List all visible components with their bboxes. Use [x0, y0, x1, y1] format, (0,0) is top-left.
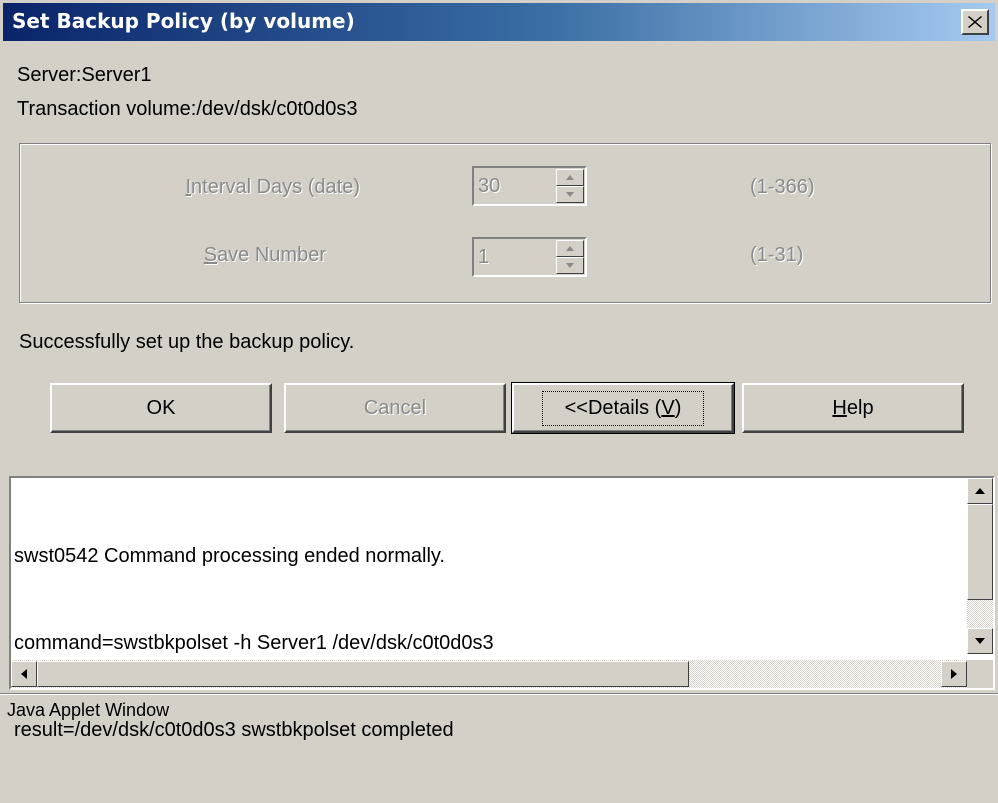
help-label-mnemonic: H: [832, 396, 847, 419]
title-bar[interactable]: Set Backup Policy (by volume): [3, 3, 995, 41]
horizontal-scrollbar[interactable]: [11, 660, 967, 688]
server-info: Server:Server1: [17, 64, 152, 86]
arrow-down-icon: [566, 192, 574, 197]
save-number-down-button[interactable]: [556, 257, 584, 274]
save-number-spinner[interactable]: 1: [472, 237, 587, 277]
transaction-volume-info: Transaction volume:/dev/dsk/c0t0d0s3: [17, 98, 358, 120]
interval-days-spin-buttons: [556, 169, 584, 203]
save-number-spin-buttons: [556, 240, 584, 274]
window-title: Set Backup Policy (by volume): [12, 9, 355, 33]
close-icon: [968, 16, 982, 28]
interval-days-range: (1-366): [750, 176, 815, 198]
help-label-rest: elp: [846, 396, 874, 419]
scroll-right-button[interactable]: [941, 661, 967, 687]
help-button[interactable]: Help: [742, 383, 964, 433]
interval-days-label: Interval Days (date): [20, 176, 360, 199]
scroll-up-button[interactable]: [967, 478, 993, 504]
ok-button-label: OK: [146, 396, 176, 419]
arrow-up-icon: [566, 246, 574, 251]
cancel-button-label: Cancel: [363, 396, 427, 419]
save-number-range: (1-31): [750, 244, 804, 266]
details-button-label: <<Details (V): [541, 390, 705, 426]
vertical-scrollbar[interactable]: [967, 478, 993, 654]
status-message: Successfully set up the backup policy.: [19, 331, 355, 353]
log-text[interactable]: swst0542 Command processing ended normal…: [14, 484, 964, 741]
cancel-button[interactable]: Cancel: [284, 383, 506, 433]
save-number-label-text: ave Number: [217, 244, 326, 266]
details-label-suffix: ): [674, 396, 682, 419]
ok-button[interactable]: OK: [50, 383, 272, 433]
interval-days-value: 30: [478, 175, 501, 197]
arrow-right-icon: [951, 669, 957, 679]
arrow-down-icon: [566, 263, 574, 268]
interval-days-spinner[interactable]: 30: [472, 166, 587, 206]
details-log-area[interactable]: swst0542 Command processing ended normal…: [9, 476, 995, 741]
save-number-up-button[interactable]: [556, 240, 584, 257]
scroll-down-button[interactable]: [967, 628, 993, 654]
scroll-left-button[interactable]: [11, 661, 37, 687]
help-button-label: Help: [832, 397, 873, 420]
save-number-mnemonic: S: [203, 244, 218, 266]
details-label-prefix: <<Details (: [564, 396, 662, 419]
log-line: swst0542 Command processing ended normal…: [14, 545, 445, 567]
policy-group: Interval Days (date) 30 (1-366) Save Num…: [19, 143, 991, 303]
close-button[interactable]: [961, 9, 989, 35]
save-number-value: 1: [478, 246, 490, 268]
interval-days-label-text: nterval Days (date): [191, 176, 360, 198]
arrow-up-icon: [566, 175, 574, 180]
details-label-mnemonic: V: [661, 396, 675, 419]
log-line: command=swstbkpolset -h Server1 /dev/dsk…: [14, 632, 494, 654]
interval-days-down-button[interactable]: [556, 186, 584, 203]
arrow-down-icon: [975, 638, 985, 644]
arrow-up-icon: [975, 488, 985, 494]
horizontal-scroll-thumb[interactable]: [37, 661, 689, 687]
dialog-window: Set Backup Policy (by volume) Server:Ser…: [0, 0, 998, 741]
details-button[interactable]: <<Details (V): [511, 382, 735, 434]
interval-days-up-button[interactable]: [556, 169, 584, 186]
scrollbar-corner: [967, 660, 993, 688]
applet-footer: Java Applet Window: [0, 693, 998, 728]
arrow-left-icon: [21, 669, 27, 679]
save-number-label: Save Number: [20, 244, 326, 267]
vertical-scroll-thumb[interactable]: [967, 504, 993, 600]
